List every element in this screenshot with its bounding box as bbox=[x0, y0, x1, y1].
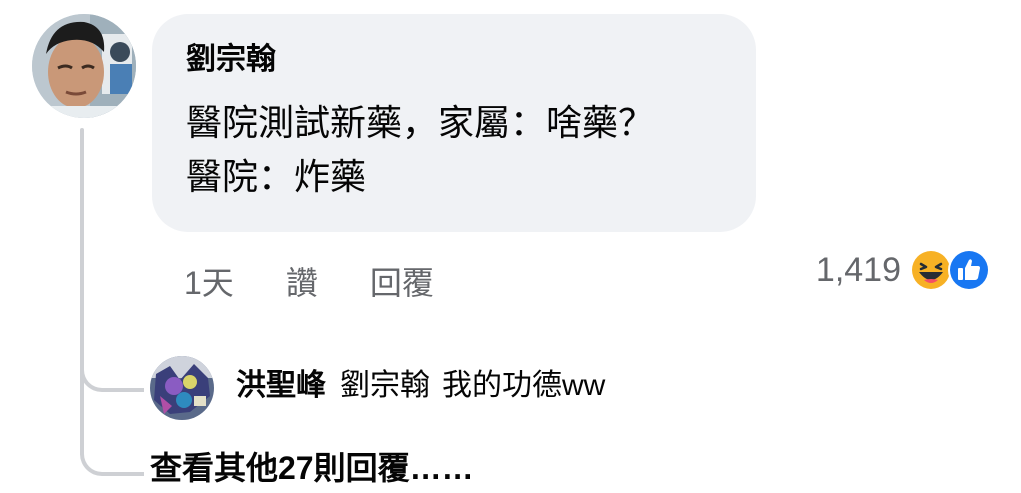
view-more-replies-link[interactable]: 查看其他27則回覆…… bbox=[150, 446, 474, 490]
reply-button[interactable]: 回覆 bbox=[370, 258, 434, 304]
like-button[interactable]: 讚 bbox=[286, 258, 318, 304]
reply-author[interactable]: 洪聖峰 bbox=[236, 369, 326, 402]
comment-author[interactable]: 劉宗翰 bbox=[186, 40, 722, 80]
avatar[interactable] bbox=[32, 14, 136, 118]
comment-thread: 劉宗翰 醫院測試新藥，家屬：啥藥？ 醫院：炸藥 1天 讚 回覆 1,419 洪聖… bbox=[0, 0, 1021, 493]
reply-text: 我的功德ww bbox=[442, 369, 606, 402]
comment-timestamp[interactable]: 1天 bbox=[184, 258, 234, 304]
reply-content: 洪聖峰 劉宗翰 我的功德ww bbox=[236, 364, 605, 408]
reply-mention[interactable]: 劉宗翰 bbox=[340, 369, 430, 402]
comment-text-line-1: 醫院測試新藥，家屬：啥藥？ bbox=[186, 102, 655, 143]
thread-line-reply-connector bbox=[80, 352, 144, 392]
comment-actions: 1天 讚 回覆 bbox=[184, 258, 486, 304]
comment-text-line-2: 醫院：炸藥 bbox=[186, 156, 367, 197]
avatar-photo bbox=[32, 14, 136, 118]
reaction-count[interactable]: 1,419 bbox=[816, 251, 901, 290]
reaction-summary[interactable]: 1,419 bbox=[816, 248, 991, 292]
reply-avatar[interactable] bbox=[150, 356, 214, 420]
reply-avatar-photo bbox=[150, 356, 214, 420]
thread-line-more-connector bbox=[80, 438, 144, 476]
like-icon bbox=[948, 249, 990, 291]
comment-bubble: 劉宗翰 醫院測試新藥，家屬：啥藥？ 醫院：炸藥 bbox=[152, 14, 756, 232]
thread-line bbox=[80, 128, 84, 456]
